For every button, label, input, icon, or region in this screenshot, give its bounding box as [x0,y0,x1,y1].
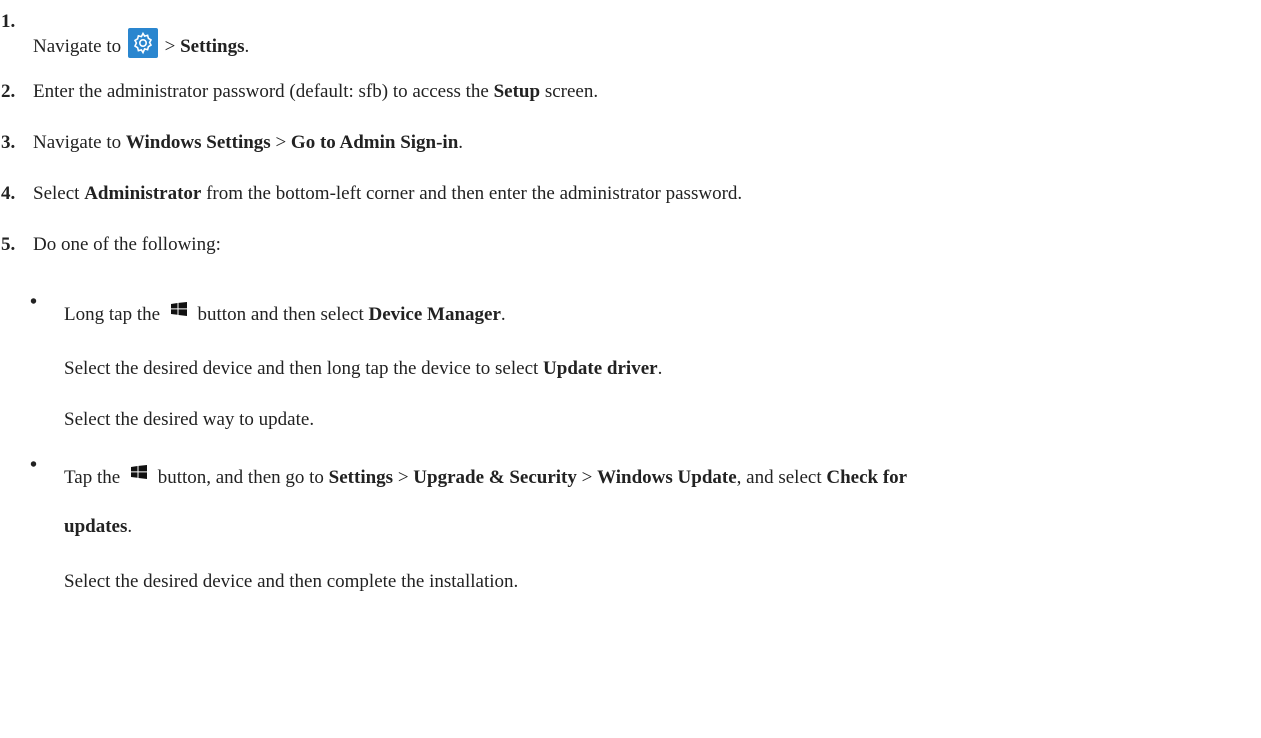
step-number: 4. [1,183,16,204]
step-text-part: from the bottom-left corner and then ent… [201,183,743,204]
option-text-part: > [393,467,414,488]
step-text: Do one of the following: [33,234,221,255]
option-text-part: button and then select [192,304,369,325]
step-text-part: screen. [540,81,599,102]
step-text-part: Navigate to [33,36,126,57]
gear-icon [127,28,158,58]
step-number: 1. [1,11,16,32]
step-text-part: Navigate to [33,132,126,153]
option-text-part: Long tap the [64,304,165,325]
option-2-line-3: Select the desired device and then compl… [64,571,519,592]
option-1-line-1: Long tap the button and then select Devi… [64,302,506,327]
menu-path-check-for-updates: Check for [826,467,908,488]
menu-path-settings: Settings [180,36,245,57]
step-text: Enter the administrator password (defaul… [33,80,598,104]
option-text-part: . [657,358,663,379]
menu-path-admin-sign-in: Go to Admin Sign-in [290,132,459,153]
menu-path-device-manager: Device Manager [368,304,501,325]
option-text-part: . [500,304,506,325]
step-number: 2. [1,81,16,102]
step-text: Navigate to > Settings. [33,28,249,59]
option-text-part: Select the desired device and then long … [64,358,544,379]
step-text-part: . [458,132,464,153]
option-2-line-1: Tap the button, and then go to Settings … [64,465,907,490]
step-text-part: > [159,36,181,57]
menu-path-settings: Settings [328,467,394,488]
option-text-part: > [576,467,598,488]
step-text-part: Select [33,183,85,204]
menu-path-windows-update: Windows Update [597,467,737,488]
windows-logo-icon [170,302,187,316]
step-text: Navigate to Windows Settings > Go to Adm… [33,131,463,155]
menu-path-update-driver: Update driver [543,358,658,379]
step-text: Select Administrator from the bottom-lef… [33,182,742,206]
menu-path-check-for-updates-cont: updates [64,516,128,537]
option-text-part: Tap the [64,467,125,488]
bullet: • [30,454,38,476]
option-text-part: . [127,516,133,537]
option-2-line-2: updates. [64,515,132,539]
step-text-part: > [270,132,291,153]
windows-logo-icon [130,465,147,479]
option-1-line-3: Select the desired way to update. [64,409,315,430]
step-number: 5. [1,234,16,255]
menu-path-windows-settings: Windows Settings [125,132,271,153]
step-text-part: . [244,36,250,57]
step-number: 3. [1,132,16,153]
option-text-part: , and select [736,467,827,488]
step-text-part: Enter the administrator password (defaul… [33,81,494,102]
option-text-part: button, and then go to [152,467,329,488]
menu-path-setup: Setup [493,81,541,102]
option-1-line-2: Select the desired device and then long … [64,357,662,381]
menu-path-upgrade-security: Upgrade & Security [413,467,577,488]
bullet: • [30,291,38,313]
menu-path-administrator: Administrator [84,183,202,204]
